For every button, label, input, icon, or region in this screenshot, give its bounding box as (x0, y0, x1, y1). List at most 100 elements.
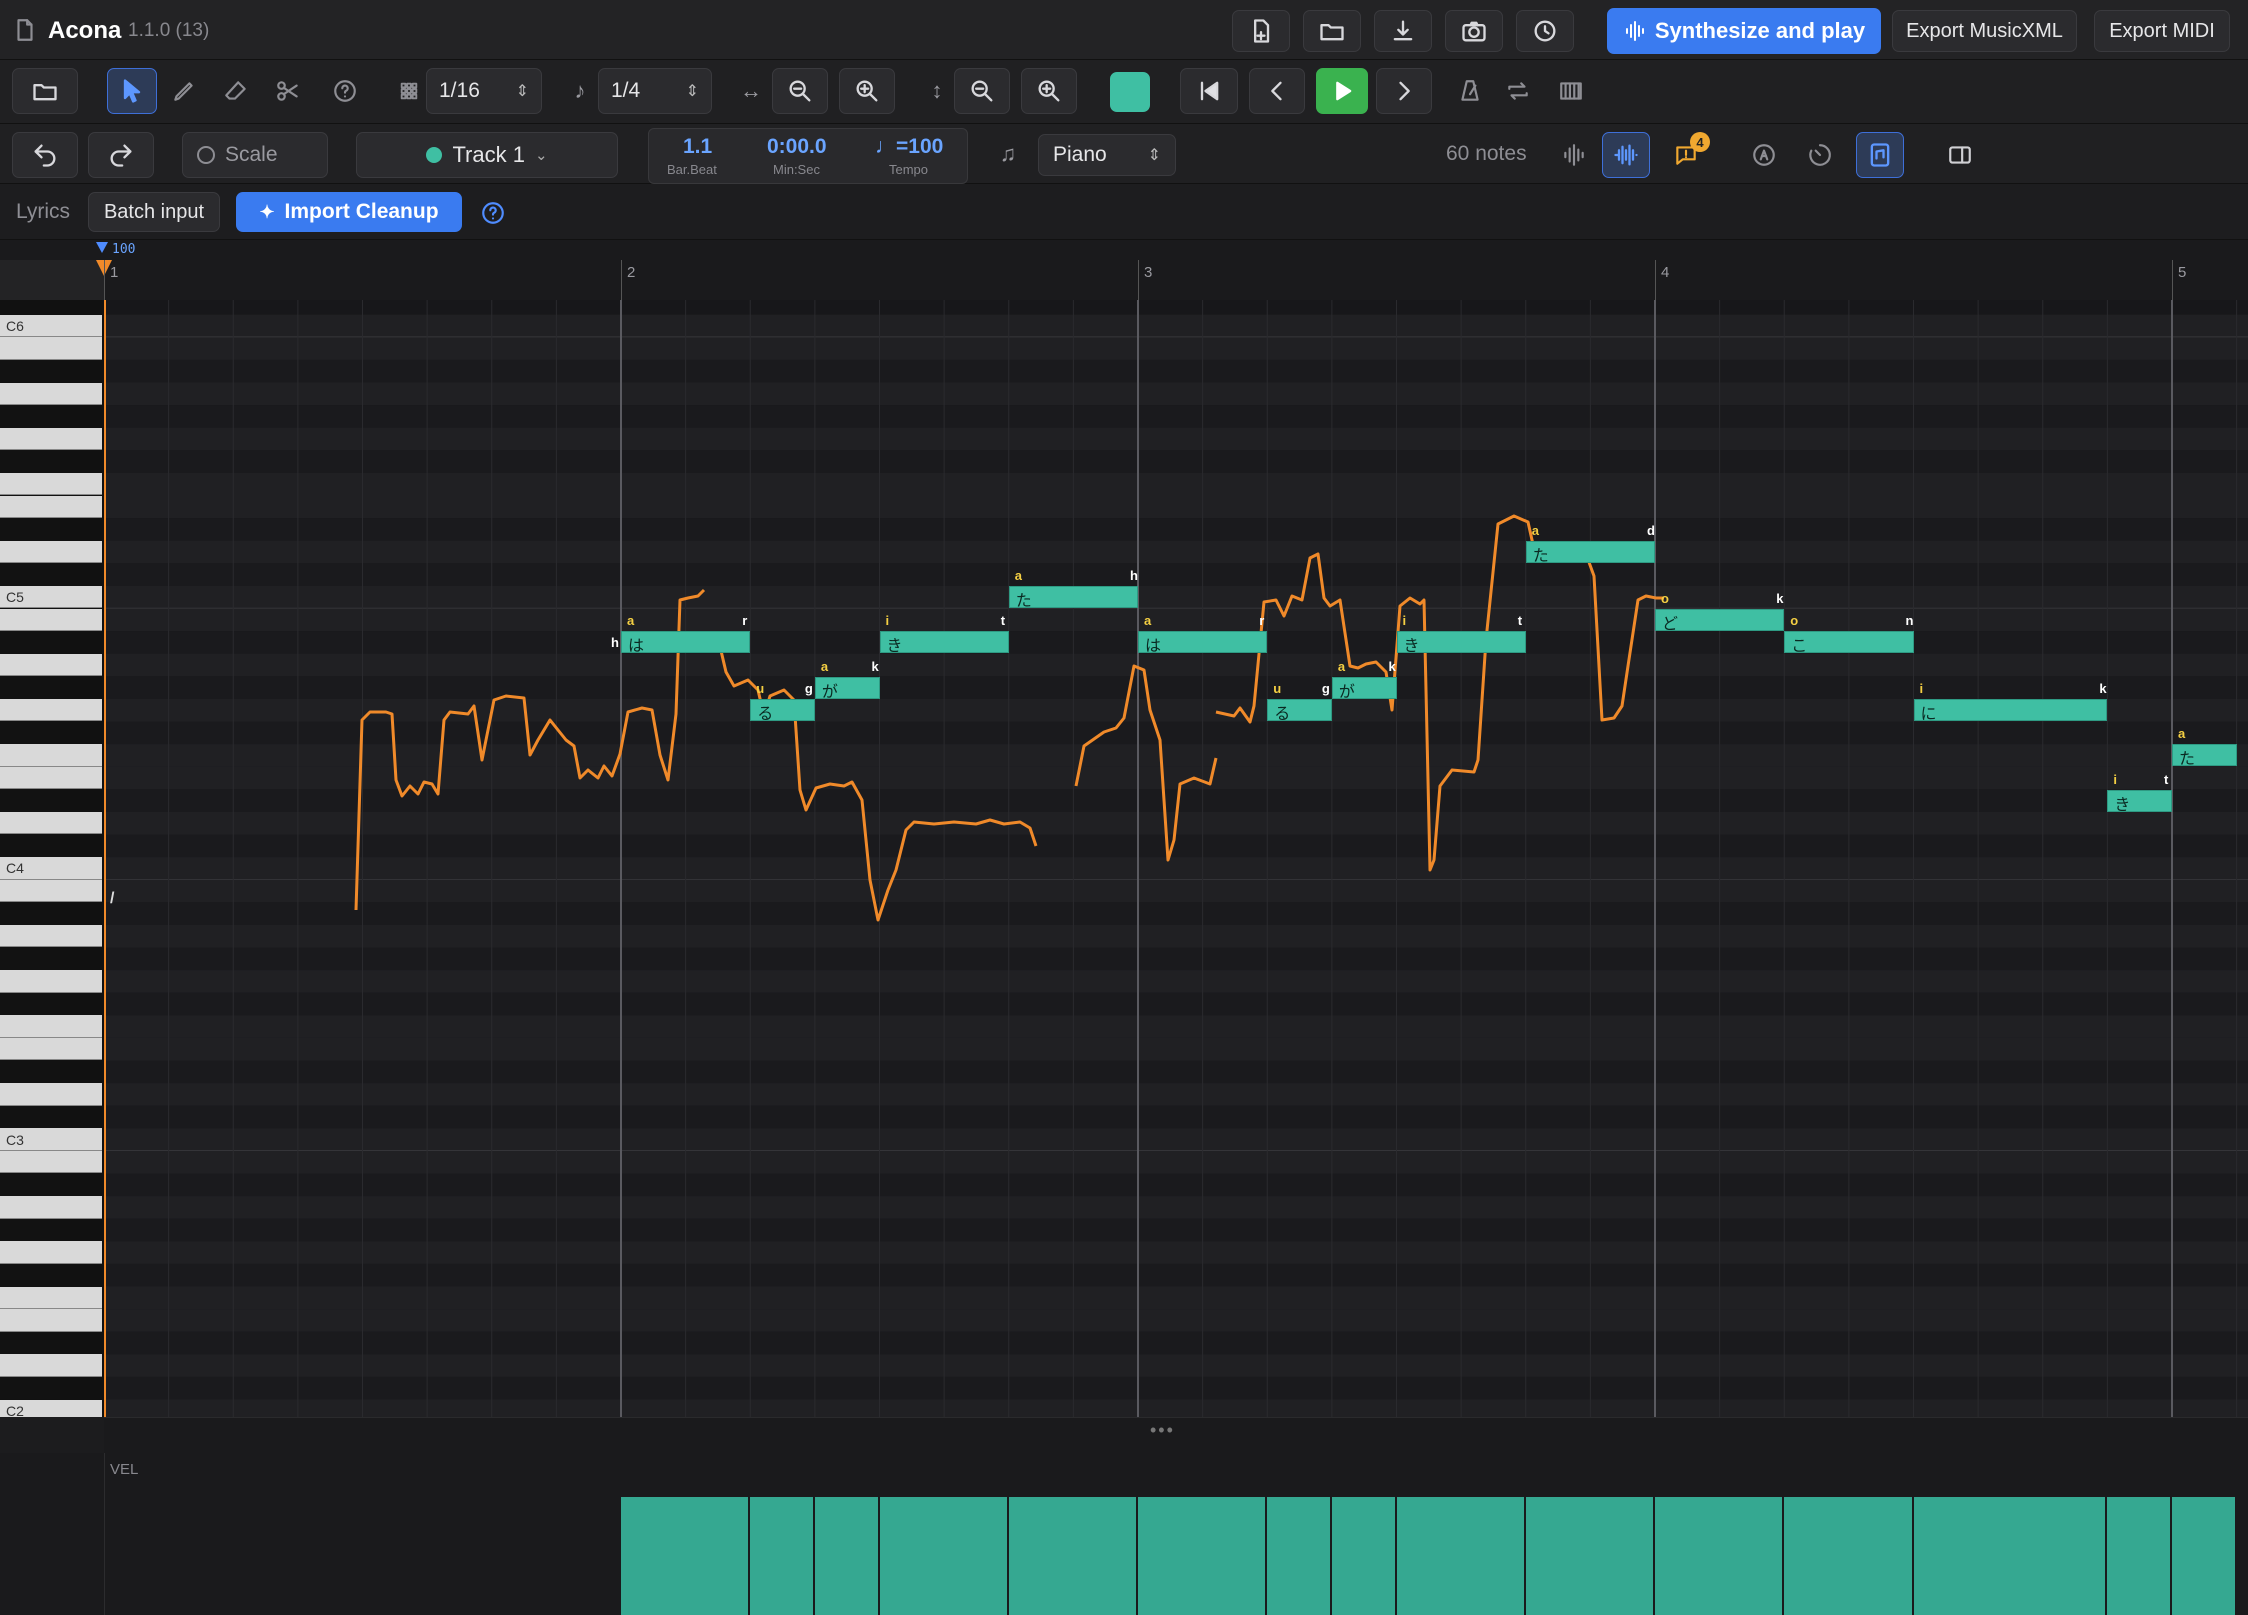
note-block[interactable]: き (879, 631, 1009, 655)
white-key[interactable] (0, 540, 102, 564)
h-zoom-out-button[interactable] (772, 68, 828, 114)
note-block[interactable]: が (1331, 676, 1397, 701)
timing-button[interactable] (1798, 134, 1842, 176)
note-block[interactable]: に (1913, 699, 2108, 723)
black-key[interactable] (0, 1060, 60, 1084)
piano-roll-grid[interactable]: はarhるuがakgきitたahはarるuがakgきitたadどokこonにik… (104, 300, 2248, 1417)
black-key[interactable] (0, 405, 60, 428)
track-select[interactable]: Track 1 ⌄ (356, 132, 618, 178)
undo-button[interactable] (12, 132, 78, 178)
black-key[interactable] (0, 563, 60, 586)
white-key[interactable] (0, 1083, 102, 1106)
black-key[interactable] (0, 1173, 60, 1197)
white-key[interactable] (0, 495, 102, 519)
velocity-bar[interactable] (1138, 1497, 1268, 1615)
import-cleanup-button[interactable]: ✦ Import Cleanup (236, 192, 462, 232)
open-folder-button[interactable] (1303, 10, 1361, 52)
white-key[interactable] (0, 1015, 102, 1038)
white-key[interactable] (0, 744, 102, 767)
black-key[interactable] (0, 1263, 60, 1287)
velocity-bar[interactable] (1396, 1497, 1526, 1615)
step-forward-button[interactable] (1376, 68, 1432, 114)
white-key[interactable] (0, 427, 102, 451)
note-block[interactable]: た (2172, 744, 2237, 768)
redo-button[interactable] (88, 132, 154, 178)
timeline-ruler[interactable]: 100 1 2 3 4 5 (0, 240, 2248, 301)
snapshot-button[interactable] (1445, 10, 1503, 52)
note-block[interactable]: こ (1784, 631, 1914, 655)
step-back-button[interactable] (1249, 68, 1305, 114)
export-midi-button[interactable]: Export MIDI (2094, 10, 2230, 52)
v-zoom-in-button[interactable] (1021, 68, 1077, 114)
h-zoom-in-button[interactable] (839, 68, 895, 114)
white-key[interactable] (0, 472, 102, 496)
black-key[interactable] (0, 631, 60, 654)
white-key[interactable] (0, 1150, 102, 1174)
black-key[interactable] (0, 902, 60, 925)
batch-input-button[interactable]: Batch input (88, 192, 220, 232)
white-key[interactable] (0, 1354, 102, 1377)
white-key[interactable] (0, 337, 102, 360)
velocity-bar[interactable] (1525, 1497, 1655, 1615)
v-zoom-out-button[interactable] (954, 68, 1010, 114)
black-key[interactable] (0, 676, 60, 699)
play-button[interactable] (1316, 68, 1368, 114)
black-key[interactable] (0, 359, 60, 383)
white-key[interactable] (0, 811, 102, 835)
black-key[interactable] (0, 1218, 60, 1242)
black-key[interactable] (0, 518, 60, 541)
keyboard-button[interactable] (1548, 68, 1594, 114)
velocity-bar[interactable] (1008, 1497, 1138, 1615)
save-button[interactable] (1374, 10, 1432, 52)
eraser-tool-button[interactable] (211, 68, 261, 114)
score-view-button[interactable] (1856, 132, 1904, 178)
black-key[interactable] (0, 450, 60, 473)
split-tool-button[interactable] (263, 68, 313, 114)
white-key[interactable] (0, 879, 102, 903)
velocity-bar[interactable] (2107, 1497, 2172, 1615)
velocity-bar[interactable] (1267, 1497, 1332, 1615)
open-project-button[interactable] (12, 68, 78, 114)
pitch-curve-button[interactable] (1602, 132, 1650, 178)
velocity-bar[interactable] (814, 1497, 880, 1615)
sidebar-toggle-button[interactable] (1938, 134, 1982, 176)
velocity-bar[interactable] (879, 1497, 1009, 1615)
white-key[interactable] (0, 653, 102, 677)
black-key[interactable] (0, 834, 60, 858)
export-musicxml-button[interactable]: Export MusicXML (1892, 10, 2077, 52)
velocity-bar[interactable] (1655, 1497, 1785, 1615)
note-block[interactable]: き (2107, 789, 2172, 814)
white-key[interactable] (0, 382, 102, 406)
loop-button[interactable] (1496, 68, 1540, 114)
white-key[interactable] (0, 1286, 102, 1310)
note-block[interactable]: き (1396, 631, 1526, 655)
note-color-swatch[interactable] (1110, 72, 1150, 112)
white-key[interactable] (0, 970, 102, 993)
black-key[interactable] (0, 1331, 60, 1355)
waveform-view-button[interactable] (1554, 134, 1594, 176)
black-key[interactable] (0, 721, 60, 745)
white-key[interactable] (0, 924, 102, 948)
synthesize-play-button[interactable]: Synthesize and play (1607, 8, 1881, 54)
velocity-bar[interactable] (1331, 1497, 1397, 1615)
white-key[interactable] (0, 1196, 102, 1219)
new-file-button[interactable] (1232, 10, 1290, 52)
white-key[interactable] (0, 1037, 102, 1061)
metronome-button[interactable] (1448, 68, 1492, 114)
black-key[interactable] (0, 1105, 60, 1129)
note-block[interactable]: は (621, 631, 751, 655)
note-block[interactable]: は (1138, 631, 1268, 655)
instrument-select[interactable]: Piano ⇕ (1038, 134, 1176, 176)
velocity-bar[interactable] (1913, 1497, 2108, 1615)
velocity-bar[interactable] (621, 1497, 751, 1615)
black-key[interactable] (0, 992, 60, 1016)
note-block[interactable]: た (1008, 586, 1138, 610)
white-key[interactable] (0, 1241, 102, 1264)
white-key[interactable] (0, 698, 102, 722)
pane-divider[interactable]: ••• (104, 1417, 2248, 1454)
select-tool-button[interactable] (107, 68, 157, 114)
note-block[interactable]: た (1525, 541, 1655, 565)
velocity-bar[interactable] (1784, 1497, 1914, 1615)
velocity-bar[interactable] (2172, 1497, 2237, 1615)
white-key[interactable] (0, 608, 102, 632)
